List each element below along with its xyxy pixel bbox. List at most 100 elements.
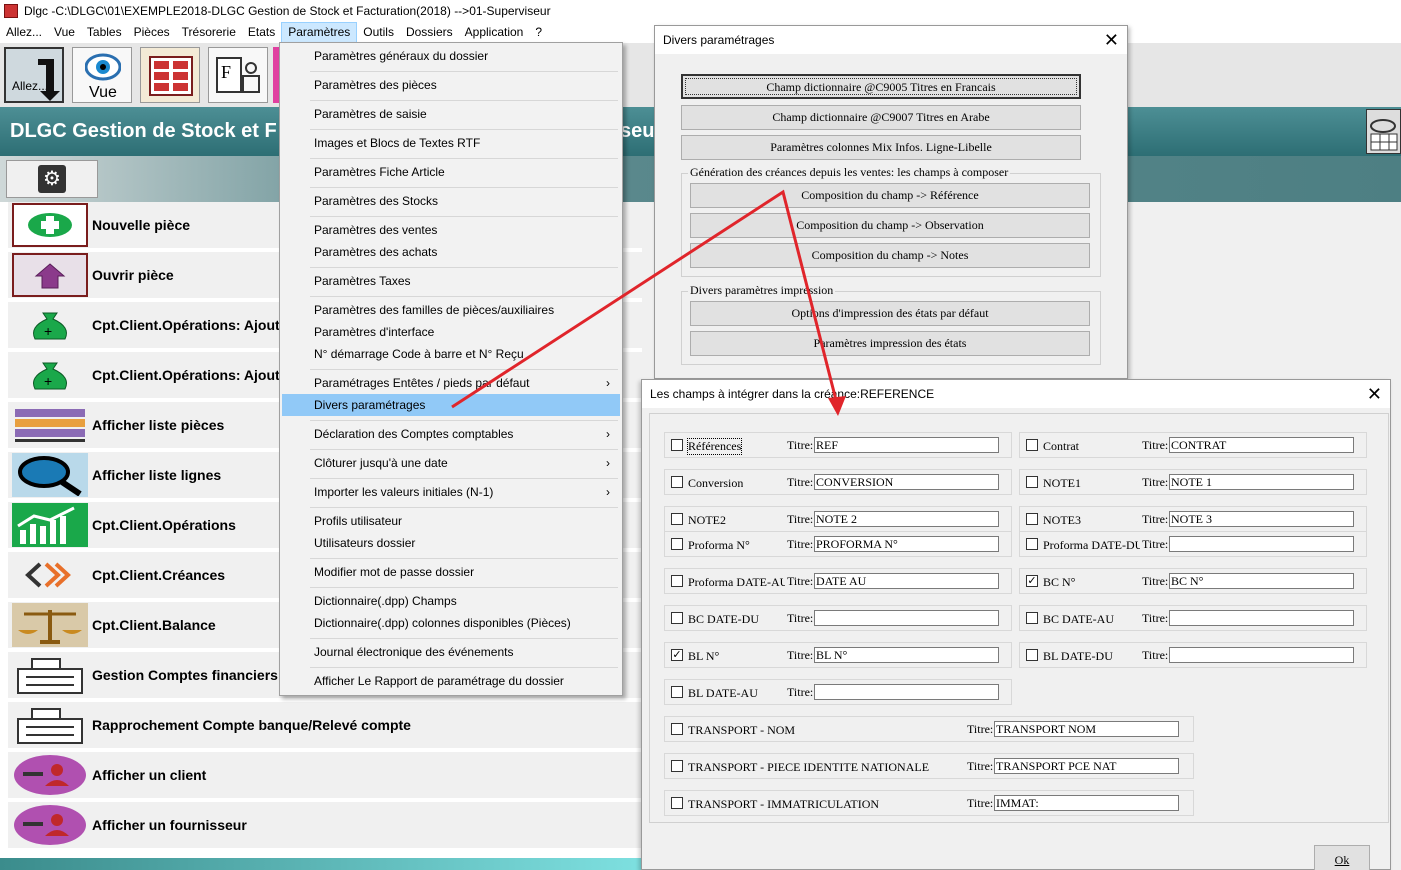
menu-item[interactable]: Paramètres d'interface [282,321,620,343]
menu-item[interactable]: Paramètres des ventes [282,219,620,241]
menu-item[interactable]: Déclaration des Comptes comptables › [282,423,620,445]
field-checkbox[interactable] [671,760,683,772]
menu-item[interactable]: Paramètres des achats [282,241,620,263]
options-impression-button[interactable]: Options d'impression des états par défau… [690,301,1090,326]
settings-tab[interactable]: ⚙ [6,160,98,198]
titre-input[interactable]: CONTRAT [1169,437,1354,453]
field-checkbox[interactable] [671,575,683,587]
field-checkbox[interactable] [1026,612,1038,624]
menu-item[interactable]: Journal électronique des événements [282,641,620,663]
titre-input[interactable]: NOTE 1 [1169,474,1354,490]
field-checkbox[interactable] [671,797,683,809]
field-checkbox[interactable] [1026,649,1038,661]
composition-notes-button[interactable]: Composition du champ -> Notes [690,243,1090,268]
composition-reference-button[interactable]: Composition du champ -> Référence [690,183,1090,208]
field-checkbox[interactable] [1026,439,1038,451]
titre-input[interactable] [1169,610,1354,626]
grid-icon [1370,119,1398,151]
grid-button[interactable] [140,47,200,103]
field-note1: NOTE1 Titre: NOTE 1 [1019,469,1367,495]
menu-item[interactable]: Dictionnaire(.dpp) colonnes disponibles … [282,612,620,634]
champ-dictionnaire-fr-button[interactable]: Champ dictionnaire @C9005 Titres en Fran… [681,74,1081,99]
parametres-impression-button[interactable]: Paramètres impression des états [690,331,1090,356]
ok-button[interactable]: Ok [1314,845,1370,870]
field-checkbox[interactable] [1026,476,1038,488]
titre-input[interactable] [814,684,999,700]
field-checkbox[interactable] [671,513,683,525]
menu-item[interactable]: Clôturer jusqu'à une date › [282,452,620,474]
titre-input[interactable]: IMMAT: [994,795,1179,811]
menu-pieces[interactable]: Pièces [128,22,176,43]
vue-button[interactable]: Vue [72,47,132,103]
menu-tables[interactable]: Tables [81,22,128,43]
menu-item[interactable]: Modifier mot de passe dossier [282,561,620,583]
menu-item[interactable]: Paramètres des Stocks [282,190,620,212]
parametres-colonnes-mix-button[interactable]: Paramètres colonnes Mix Infos. Ligne-Lib… [681,135,1081,160]
field-checkbox[interactable] [671,723,683,735]
field-checkbox[interactable] [671,686,683,698]
field-checkbox[interactable] [671,538,683,550]
magnifier-icon [12,453,88,497]
field-bc-n: ✓ BC N° Titre: BC N° [1019,568,1367,594]
close-icon[interactable]: ✕ [1104,26,1119,54]
menu-item[interactable]: N° démarrage Code à barre et N° Reçu [282,343,620,365]
titre-input[interactable] [1169,536,1354,552]
list-item-afficher-fournisseur[interactable]: Afficher un fournisseur [8,802,642,850]
field-checkbox[interactable] [671,476,683,488]
menu-item[interactable]: Paramètres Taxes [282,270,620,292]
invoice-button[interactable]: F [208,47,268,103]
field-checkbox[interactable]: ✓ [1026,575,1038,587]
field-checkbox[interactable] [1026,513,1038,525]
menu-item[interactable]: Paramètres généraux du dossier [282,45,620,67]
banner-side-button[interactable] [1366,109,1401,154]
menu-dossiers[interactable]: Dossiers [400,22,459,43]
titre-input[interactable]: BL N° [814,647,999,663]
titre-input[interactable]: TRANSPORT NOM [994,721,1179,737]
menu-item[interactable]: Afficher Le Rapport de paramétrage du do… [282,670,620,692]
menu-etats[interactable]: Etats [242,22,281,43]
field-checkbox[interactable] [671,612,683,624]
titre-input[interactable]: CONVERSION [814,474,999,490]
menu-item[interactable]: Dictionnaire(.dpp) Champs [282,590,620,612]
menu-item[interactable]: Paramètres des familles de pièces/auxili… [282,299,620,321]
menu-outils[interactable]: Outils [357,22,400,43]
titre-input[interactable]: REF [814,437,999,453]
titre-input[interactable] [814,610,999,626]
invoice-icon: F [216,57,260,93]
field-transport-piece: TRANSPORT - PIECE IDENTITE NATIONALE Tit… [664,753,1194,779]
titre-input[interactable]: BC N° [1169,573,1354,589]
menu-item[interactable]: Importer les valeurs initiales (N-1) › [282,481,620,503]
list-item-rapprochement[interactable]: Rapprochement Compte banque/Relevé compt… [8,702,642,750]
menu-item[interactable]: Paramètres des pièces [282,74,620,96]
menu-item[interactable]: Images et Blocs de Textes RTF [282,132,620,154]
menu-tresorerie[interactable]: Trésorerie [176,22,242,43]
menu-item[interactable]: Profils utilisateur [282,510,620,532]
list-item-afficher-client[interactable]: Afficher un client [8,752,642,800]
titre-input[interactable]: DATE AU [814,573,999,589]
titre-input[interactable]: PROFORMA N° [814,536,999,552]
close-icon[interactable]: ✕ [1367,380,1382,408]
menu-item-divers-parametrages[interactable]: Divers paramétrages [282,394,620,416]
menu-item[interactable]: Utilisateurs dossier [282,532,620,554]
menu-item[interactable]: Paramétrages Entêtes / pieds par défaut › [282,372,620,394]
allez-button[interactable]: Allez... [4,47,64,103]
composition-observation-button[interactable]: Composition du champ -> Observation [690,213,1090,238]
menu-help[interactable]: ? [529,22,548,43]
menu-vue[interactable]: Vue [48,22,81,43]
titre-input[interactable] [1169,647,1354,663]
champ-dictionnaire-ar-button[interactable]: Champ dictionnaire @C9007 Titres en Arab… [681,105,1081,130]
menu-allez[interactable]: Allez... [0,22,48,43]
menu-item[interactable]: Paramètres Fiche Article [282,161,620,183]
menu-application[interactable]: Application [459,22,530,43]
titre-input[interactable]: TRANSPORT PCE NAT [994,758,1179,774]
field-checkbox[interactable] [1026,538,1038,550]
titre-input[interactable]: NOTE 2 [814,511,999,527]
field-checkbox[interactable]: ✓ [671,649,683,661]
menu-item[interactable]: Paramètres de saisie [282,103,620,125]
field-checkbox[interactable] [671,439,683,451]
titre-input[interactable]: NOTE 3 [1169,511,1354,527]
svg-text:F: F [221,62,231,82]
group-title: Génération des créances depuis les vente… [688,165,1011,180]
list-item-label: Afficher liste lignes [92,467,222,483]
menu-parametres[interactable]: Paramètres [281,22,358,43]
